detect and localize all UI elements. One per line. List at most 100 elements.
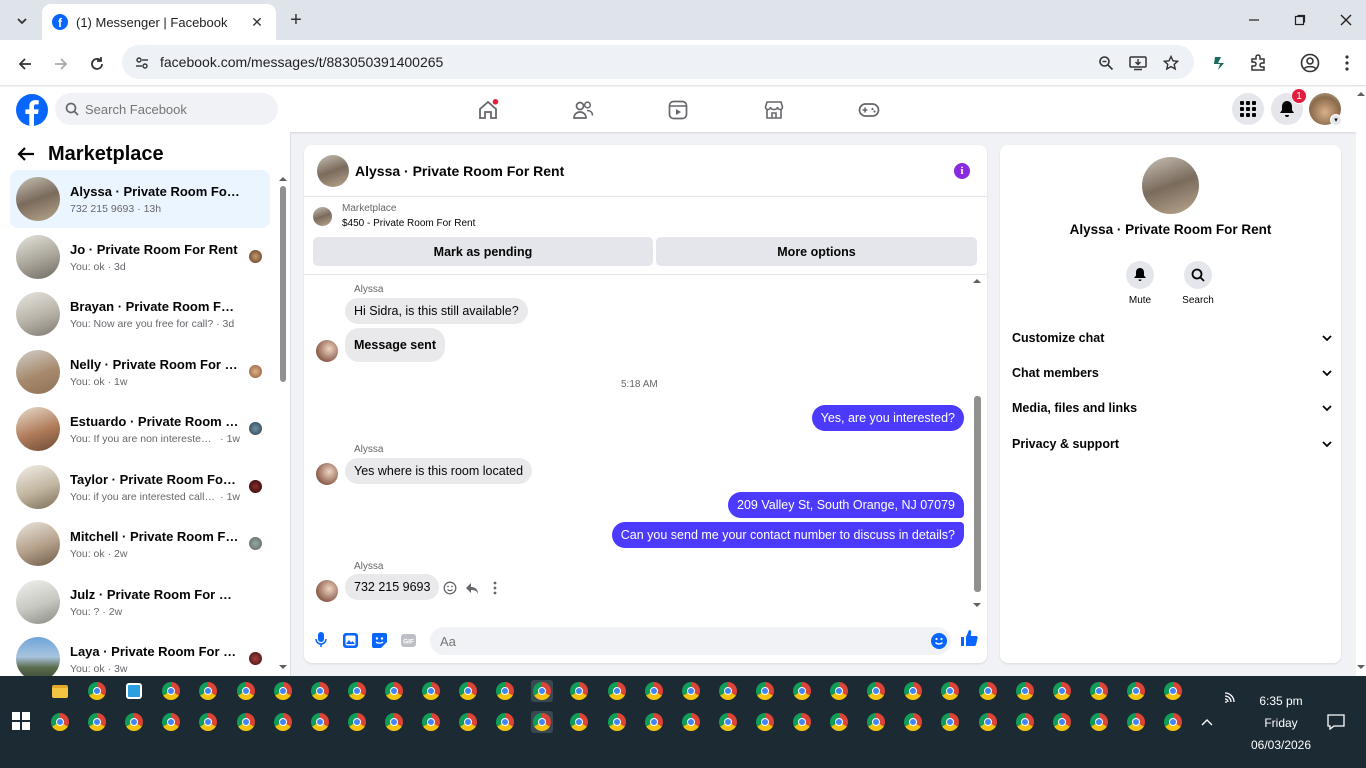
reload-button[interactable] — [85, 52, 109, 76]
media-files-links-section[interactable]: Media, files and links — [1012, 397, 1332, 419]
chrome-taskbar-button[interactable] — [309, 680, 331, 702]
chrome-taskbar-button[interactable] — [828, 711, 850, 733]
chrome-taskbar-button[interactable] — [939, 711, 961, 733]
message-input[interactable] — [440, 633, 910, 649]
chrome-taskbar-button[interactable] — [346, 680, 368, 702]
sidebar-scroll-thumb[interactable] — [280, 186, 286, 382]
chrome-taskbar-button[interactable] — [939, 680, 961, 702]
nav-video[interactable] — [658, 95, 698, 125]
chrome-taskbar-button[interactable] — [717, 680, 739, 702]
conversation-item[interactable]: Estuardo · Private Room For ... You: If … — [10, 400, 270, 458]
restore-button[interactable] — [1287, 8, 1313, 32]
chrome-taskbar-button[interactable] — [531, 680, 553, 702]
chrome-taskbar-button[interactable] — [568, 680, 590, 702]
chrome-taskbar-button[interactable] — [754, 711, 776, 733]
chrome-taskbar-button[interactable] — [160, 680, 182, 702]
conversation-item[interactable]: Laya · Private Room For Rent You: ok · 3… — [10, 630, 270, 676]
site-info-icon[interactable] — [132, 53, 152, 73]
chat-members-section[interactable]: Chat members — [1012, 362, 1332, 384]
install-app-icon[interactable] — [1128, 53, 1148, 73]
chrome-taskbar-button[interactable] — [272, 680, 294, 702]
facebook-search-input[interactable] — [85, 101, 265, 117]
incoming-message[interactable]: Yes where is this room located — [345, 458, 533, 484]
sidebar-scrollbar[interactable] — [278, 176, 288, 672]
reply-icon[interactable] — [465, 581, 479, 595]
chat-title[interactable]: Alyssa · Private Room For Rent — [355, 163, 564, 179]
outgoing-message[interactable]: 209 Valley St, South Orange, NJ 07079 — [728, 492, 964, 518]
scroll-up-icon[interactable] — [971, 278, 983, 284]
app-taskbar-button[interactable] — [123, 680, 145, 702]
chrome-taskbar-button[interactable] — [494, 680, 516, 702]
search-action[interactable]: Search — [1168, 261, 1228, 306]
conversation-item[interactable]: Mitchell · Private Room For R... You: ok… — [10, 515, 270, 573]
facebook-search-box[interactable] — [55, 93, 278, 125]
page-scrollbar[interactable] — [1356, 87, 1366, 676]
nav-home[interactable] — [468, 95, 508, 125]
chat-scrollbar[interactable] — [971, 278, 983, 608]
chrome-taskbar-button[interactable] — [272, 711, 294, 733]
chrome-taskbar-button[interactable] — [1014, 680, 1036, 702]
start-button[interactable] — [10, 710, 32, 732]
chrome-taskbar-button[interactable] — [235, 680, 257, 702]
chat-scroll-thumb[interactable] — [974, 396, 981, 592]
voice-clip-button[interactable] — [311, 630, 331, 650]
chrome-taskbar-button[interactable] — [680, 711, 702, 733]
chrome-taskbar-button[interactable] — [606, 680, 628, 702]
chrome-taskbar-button[interactable] — [717, 711, 739, 733]
chrome-taskbar-button[interactable] — [1162, 711, 1184, 733]
conversation-item[interactable]: Nelly · Private Room For Rent You: ok · … — [10, 343, 270, 401]
chrome-taskbar-button[interactable] — [680, 680, 702, 702]
address-bar[interactable]: facebook.com/messages/t/883050391400265 — [122, 45, 1194, 79]
zoom-icon[interactable] — [1096, 53, 1116, 73]
conversation-item[interactable]: Alyssa · Private Room For Rent 732 215 9… — [10, 170, 270, 228]
back-arrow-icon[interactable] — [16, 144, 36, 164]
chrome-taskbar-button[interactable] — [86, 711, 108, 733]
chrome-taskbar-button[interactable] — [1162, 680, 1184, 702]
incoming-message[interactable]: 732 215 9693 — [345, 574, 440, 600]
new-tab-button[interactable]: + — [286, 9, 306, 31]
incoming-message[interactable]: Hi Sidra, is this still available? — [345, 298, 528, 324]
browser-tab[interactable]: f (1) Messenger | Facebook ✕ — [42, 4, 276, 40]
chrome-taskbar-button[interactable] — [49, 711, 71, 733]
chrome-taskbar-button[interactable] — [309, 711, 331, 733]
react-emoji-icon[interactable] — [443, 581, 457, 595]
incoming-message[interactable]: Message sent — [345, 328, 445, 362]
chrome-taskbar-button[interactable] — [420, 711, 442, 733]
chrome-taskbar-button[interactable] — [531, 711, 553, 733]
chrome-taskbar-button[interactable] — [1088, 711, 1110, 733]
mute-action[interactable]: Mute — [1110, 261, 1170, 306]
chrome-taskbar-button[interactable] — [123, 711, 145, 733]
chrome-taskbar-button[interactable] — [160, 711, 182, 733]
scroll-up-icon[interactable] — [278, 176, 288, 182]
chrome-taskbar-button[interactable] — [1014, 711, 1036, 733]
chrome-taskbar-button[interactable] — [1051, 711, 1073, 733]
notification-center-button[interactable] — [1325, 711, 1347, 733]
emoji-icon[interactable] — [931, 633, 947, 649]
chrome-taskbar-button[interactable] — [420, 680, 442, 702]
chrome-taskbar-button[interactable] — [457, 680, 479, 702]
chrome-taskbar-button[interactable] — [902, 711, 924, 733]
chrome-taskbar-button[interactable] — [383, 711, 405, 733]
conversation-item[interactable]: Taylor · Private Room For Rent You: if y… — [10, 458, 270, 516]
scroll-up-icon[interactable] — [1356, 91, 1366, 97]
profile-avatar[interactable] — [1142, 157, 1199, 214]
chrome-taskbar-button[interactable] — [494, 711, 516, 733]
bookmark-star-icon[interactable] — [1161, 53, 1181, 73]
chrome-taskbar-button[interactable] — [606, 711, 628, 733]
tab-search-button[interactable] — [10, 10, 34, 32]
chrome-taskbar-button[interactable] — [1088, 680, 1110, 702]
privacy-support-section[interactable]: Privacy & support — [1012, 433, 1332, 455]
chrome-taskbar-button[interactable] — [865, 680, 887, 702]
extension-icon[interactable] — [1210, 52, 1232, 74]
facebook-logo[interactable] — [16, 94, 48, 126]
system-clock[interactable]: 6:35 pm Friday 06/03/2026 — [1236, 690, 1326, 756]
chrome-taskbar-button[interactable] — [643, 711, 665, 733]
chrome-taskbar-button[interactable] — [383, 680, 405, 702]
scroll-down-icon[interactable] — [971, 602, 983, 608]
chrome-taskbar-button[interactable] — [568, 711, 590, 733]
chrome-taskbar-button[interactable] — [977, 680, 999, 702]
conversation-item[interactable]: Julz · Private Room For Rent You: ? · 2w — [10, 573, 270, 631]
attach-photo-button[interactable] — [340, 630, 360, 650]
scroll-down-icon[interactable] — [1356, 664, 1366, 670]
chrome-taskbar-button[interactable] — [1051, 680, 1073, 702]
